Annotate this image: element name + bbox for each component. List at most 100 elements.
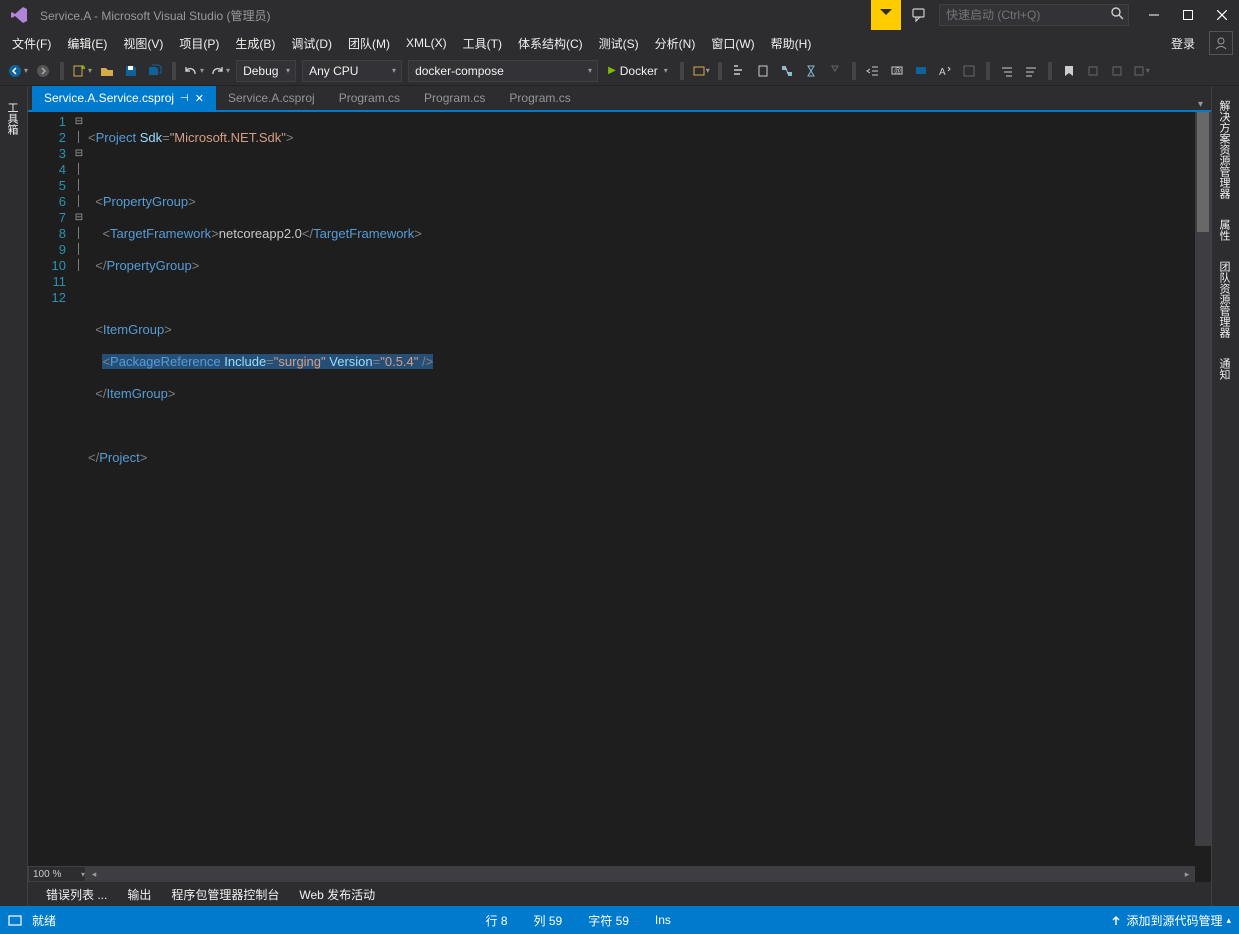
undo-button[interactable]: ▾ [182,60,206,82]
code-editor[interactable]: 123456789101112 ⊟│⊟│││⊟│││ <Project Sdk=… [28,112,1211,864]
tool-btn-16[interactable] [1106,60,1128,82]
menu-bar: 文件(F) 编辑(E) 视图(V) 项目(P) 生成(B) 调试(D) 团队(M… [0,30,1239,56]
tab-program-cs-3[interactable]: Program.cs [497,86,582,110]
menu-help[interactable]: 帮助(H) [763,31,820,56]
title-bar: Service.A - Microsoft Visual Studio (管理员… [0,0,1239,30]
status-ins: Ins [655,913,671,927]
tool-outline[interactable] [728,60,750,82]
horizontal-scrollbar[interactable]: ◂▸ [86,866,1195,882]
menu-build[interactable]: 生成(B) [227,31,283,56]
maximize-button[interactable] [1171,0,1205,30]
menu-window[interactable]: 窗口(W) [703,31,762,56]
uncomment-button[interactable] [910,60,932,82]
run-target-label: Docker [620,64,658,78]
menu-tools[interactable]: 工具(T) [455,31,510,56]
status-icon [8,913,22,927]
line-numbers: 123456789101112 [28,112,72,864]
fold-column[interactable]: ⊟│⊟│││⊟│││ [72,112,86,864]
tool-schema[interactable] [776,60,798,82]
tab-label: Service.A.Service.csproj [44,91,174,105]
menu-xml[interactable]: XML(X) [398,32,455,54]
config-dropdown[interactable]: Debug [236,60,296,82]
svg-text:A: A [939,67,946,78]
tab-output[interactable]: 输出 [117,882,161,907]
editor-area: Service.A.Service.csproj ⊣ ✕ Service.A.c… [28,86,1211,906]
svg-text:@: @ [894,68,901,75]
editor-footer: 100 % ▾ ◂▸ [28,864,1211,882]
output-panel-tabs: 错误列表 ... 输出 程序包管理器控制台 Web 发布活动 [28,882,1211,906]
main-toolbar: ▾ ▾ ▾ ▾ Debug Any CPU docker-compose ▶ D… [0,56,1239,86]
quick-launch-input[interactable] [939,4,1129,26]
start-debug-button[interactable]: ▶ Docker ▾ [602,60,674,82]
menu-team[interactable]: 团队(M) [340,31,398,56]
code-content[interactable]: <Project Sdk="Microsoft.NET.Sdk"> <Prope… [86,112,1211,864]
menu-view[interactable]: 视图(V) [115,31,171,56]
sign-in-button[interactable]: 登录 [1161,31,1205,56]
close-button[interactable] [1205,0,1239,30]
status-char: 字符 59 [588,912,629,929]
team-explorer-tab[interactable]: 团队资源管理器 [1212,253,1236,346]
notification-flag-button[interactable] [871,0,901,30]
save-all-button[interactable] [144,60,166,82]
comment-button[interactable]: @ [886,60,908,82]
tab-web-publish[interactable]: Web 发布活动 [289,882,385,907]
user-avatar-icon[interactable] [1209,31,1233,55]
new-item-button[interactable]: ▾ [70,60,94,82]
tool-btn-5[interactable] [800,60,822,82]
tool-doc[interactable] [752,60,774,82]
platform-dropdown[interactable]: Any CPU [302,60,402,82]
close-tab-icon[interactable]: ✕ [195,92,204,105]
quick-launch [939,4,1129,26]
tab-program-cs-1[interactable]: Program.cs [327,86,412,110]
source-control-button[interactable]: 添加到源代码管理 ▴ [1110,912,1231,929]
menu-arch[interactable]: 体系结构(C) [510,31,591,56]
tool-btn-1[interactable]: ▾ [690,60,712,82]
menu-file[interactable]: 文件(F) [4,31,59,56]
toolbox-tab[interactable]: 工具箱 [0,94,24,143]
menu-test[interactable]: 测试(S) [591,31,647,56]
tool-btn-11[interactable] [958,60,980,82]
solution-explorer-tab[interactable]: 解决方案资源管理器 [1212,92,1236,207]
menu-analyze[interactable]: 分析(N) [647,31,704,56]
menu-debug[interactable]: 调试(D) [283,31,340,56]
tab-error-list[interactable]: 错误列表 ... [36,882,117,907]
left-dock: 工具箱 [0,86,28,906]
feedback-button[interactable] [905,0,935,30]
tab-service-a-service-csproj[interactable]: Service.A.Service.csproj ⊣ ✕ [32,86,216,110]
menu-edit[interactable]: 编辑(E) [59,31,115,56]
tool-btn-17[interactable]: ▾ [1130,60,1152,82]
tool-btn-15[interactable] [1082,60,1104,82]
tab-service-a-csproj[interactable]: Service.A.csproj [216,86,327,110]
vs-logo-icon [8,4,30,26]
save-button[interactable] [120,60,142,82]
notifications-tab[interactable]: 通知 [1212,350,1236,388]
bookmark-button[interactable] [1058,60,1080,82]
tool-btn-6[interactable] [824,60,846,82]
indent-out-button[interactable] [862,60,884,82]
redo-button[interactable]: ▾ [208,60,232,82]
format-button[interactable]: A [934,60,956,82]
vertical-scrollbar[interactable] [1195,112,1211,846]
play-icon: ▶ [608,65,616,76]
zoom-dropdown[interactable]: 100 % ▾ [28,866,86,882]
open-file-button[interactable] [96,60,118,82]
nav-back-button[interactable]: ▾ [6,60,30,82]
menu-project[interactable]: 项目(P) [171,31,227,56]
pin-icon[interactable]: ⊣ [180,93,189,104]
right-dock: 解决方案资源管理器 属性 团队资源管理器 通知 [1211,86,1239,906]
status-bar: 就绪 行 8 列 59 字符 59 Ins 添加到源代码管理 ▴ [0,906,1239,934]
tab-pkg-console[interactable]: 程序包管理器控制台 [161,882,289,907]
tabs-overflow-button[interactable]: ▾ [1190,99,1211,110]
startup-dropdown[interactable]: docker-compose [408,60,598,82]
status-col: 列 59 [534,912,563,929]
properties-tab[interactable]: 属性 [1212,211,1236,249]
tool-btn-13[interactable] [1020,60,1042,82]
workspace: 工具箱 Service.A.Service.csproj ⊣ ✕ Service… [0,86,1239,906]
tab-program-cs-2[interactable]: Program.cs [412,86,497,110]
status-line: 行 8 [486,912,508,929]
tool-btn-12[interactable] [996,60,1018,82]
nav-fwd-button[interactable] [32,60,54,82]
status-ready: 就绪 [32,912,56,929]
minimize-button[interactable] [1137,0,1171,30]
search-icon[interactable] [1111,7,1124,20]
